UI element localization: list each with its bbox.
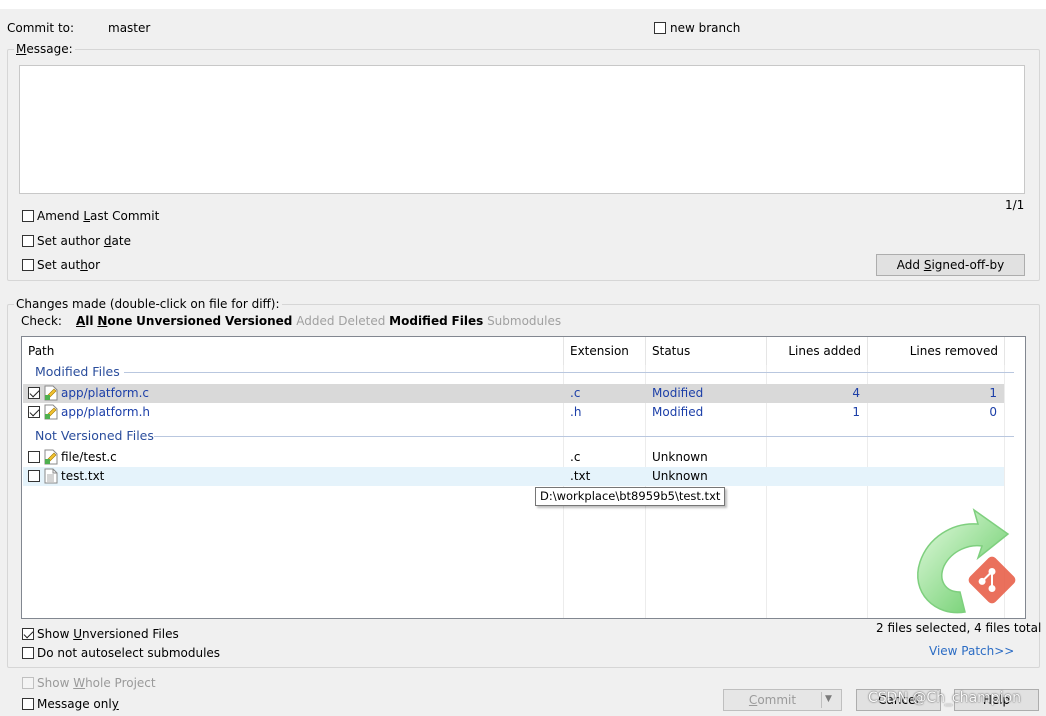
filter-modified[interactable]: Modified	[389, 314, 448, 328]
group-divider	[124, 372, 1014, 373]
message-textarea[interactable]	[19, 65, 1025, 194]
table-row[interactable]: file/test.c .c Unknown	[23, 448, 1004, 467]
row-checkbox[interactable]	[28, 451, 40, 463]
view-patch-link[interactable]: View Patch>>	[929, 644, 1014, 658]
modified-file-icon	[44, 404, 58, 420]
row-lines-added: 4	[852, 386, 860, 400]
new-branch-label: new branch	[670, 21, 741, 35]
commit-to-label: Commit to:	[7, 21, 75, 35]
group-header-not-versioned: Not Versioned Files	[35, 428, 154, 443]
filter-submodules: Submodules	[487, 314, 562, 328]
no-autoselect-checkbox[interactable]	[22, 647, 34, 659]
row-path: file/test.c	[61, 450, 117, 464]
check-label: Check:	[21, 314, 62, 328]
row-checkbox[interactable]	[28, 406, 40, 418]
filter-deleted: Deleted	[338, 314, 386, 328]
modified-file-icon	[44, 449, 58, 465]
filter-added: Added	[296, 314, 335, 328]
column-status-header[interactable]: Status	[646, 337, 767, 365]
row-lines-removed: 1	[989, 386, 997, 400]
message-only-checkbox[interactable]	[22, 698, 34, 710]
column-lines-added-header[interactable]: Lines added	[767, 337, 868, 365]
commit-split-divider	[821, 692, 822, 708]
table-row[interactable]: app/platform.h .h Modified 1 0	[23, 403, 1004, 422]
row-path: app/platform.h	[61, 405, 151, 419]
filter-unversioned[interactable]: Unversioned	[136, 314, 221, 328]
new-branch-checkbox[interactable]	[654, 22, 666, 34]
filter-all[interactable]: All	[76, 314, 94, 328]
add-signed-off-button[interactable]: Add Signed-off-by	[876, 254, 1025, 276]
row-checkbox[interactable]	[28, 470, 40, 482]
show-unversioned-checkbox[interactable]	[22, 628, 34, 640]
modified-file-icon	[44, 385, 58, 401]
set-author-label: Set author	[37, 258, 101, 272]
row-lines-added: 1	[852, 405, 860, 419]
row-path: app/platform.c	[61, 386, 150, 400]
row-status: Unknown	[652, 469, 708, 483]
message-counter: 1/1	[1005, 198, 1025, 212]
table-row[interactable]: app/platform.c .c Modified 4 1	[23, 384, 1004, 403]
branch-name: master	[108, 21, 151, 35]
filter-versioned[interactable]: Versioned	[225, 314, 292, 328]
row-extension: .c	[570, 450, 581, 464]
column-extension-header[interactable]: Extension	[564, 337, 646, 365]
row-lines-removed: 0	[989, 405, 997, 419]
message-label: Message:	[14, 42, 75, 56]
group-header-modified: Modified Files	[35, 364, 120, 379]
show-whole-project-label: Show Whole Project	[37, 676, 156, 690]
column-lines-removed-header[interactable]: Lines removed	[868, 337, 1005, 365]
amend-label: Amend Last Commit	[37, 209, 160, 223]
file-list[interactable]: Path Extension Status Lines added Lines …	[21, 336, 1026, 619]
column-path-header[interactable]: Path	[22, 337, 564, 365]
row-extension: .c	[570, 386, 581, 400]
row-status: Unknown	[652, 450, 708, 464]
filter-files[interactable]: Files	[452, 314, 484, 328]
files-summary: 2 files selected, 4 files total	[876, 621, 1042, 635]
tortoisegit-logo-icon	[900, 492, 1026, 618]
row-extension: .txt	[570, 469, 591, 483]
title-bar-strip	[0, 0, 1046, 9]
set-author-date-checkbox[interactable]	[22, 235, 34, 247]
set-author-checkbox[interactable]	[22, 259, 34, 271]
row-checkbox[interactable]	[28, 387, 40, 399]
commit-dropdown-arrow-icon[interactable]: ▼	[825, 694, 832, 704]
check-filter-bar: All None Unversioned Versioned Added Del…	[76, 314, 561, 328]
group-divider	[154, 436, 1014, 437]
message-only-label: Message only	[37, 697, 119, 711]
csdn-watermark: CSDN @Ch_champion	[868, 690, 1022, 706]
show-unversioned-label: Show Unversioned Files	[37, 627, 179, 641]
row-status: Modified	[652, 386, 704, 400]
text-file-icon	[44, 468, 58, 484]
table-row[interactable]: test.txt .txt Unknown	[23, 467, 1004, 486]
row-path: test.txt	[61, 469, 105, 483]
changes-label: Changes made (double-click on file for d…	[14, 297, 282, 311]
row-status: Modified	[652, 405, 704, 419]
path-tooltip: D:\workplace\bt8959b5\test.txt	[535, 487, 726, 506]
set-author-date-label: Set author date	[37, 234, 131, 248]
amend-checkbox[interactable]	[22, 210, 34, 222]
show-whole-project-checkbox	[22, 677, 34, 689]
row-extension: .h	[570, 405, 582, 419]
no-autoselect-label: Do not autoselect submodules	[37, 646, 221, 660]
filter-none[interactable]: None	[97, 314, 132, 328]
